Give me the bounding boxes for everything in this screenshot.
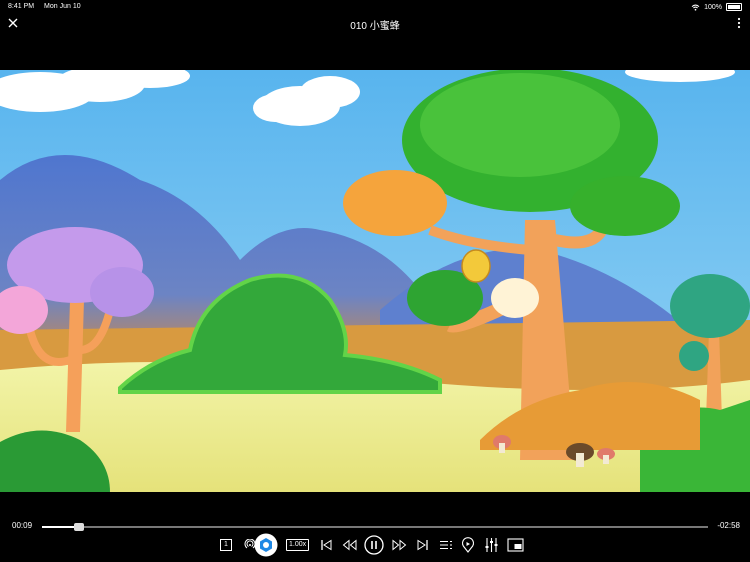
episode-label: 1 xyxy=(220,539,232,551)
fast-forward-icon[interactable] xyxy=(392,539,407,551)
elapsed-time: 00:09 xyxy=(12,521,33,530)
pause-icon[interactable] xyxy=(364,535,384,555)
cast-button[interactable] xyxy=(254,533,278,557)
video-frame[interactable] xyxy=(0,70,750,492)
battery-icon xyxy=(726,3,742,11)
wifi-icon xyxy=(691,4,700,11)
next-icon[interactable] xyxy=(416,539,429,551)
more-vertical-icon[interactable] xyxy=(736,16,742,30)
player-toolbar: 1 1.00x xyxy=(0,533,750,557)
equalizer-icon[interactable] xyxy=(484,537,499,553)
rewind-icon[interactable] xyxy=(342,539,357,551)
speed-label: 1.00x xyxy=(286,539,310,551)
nav-bar: 010 小蜜蜂 xyxy=(0,14,750,34)
status-time: 8:41 PM xyxy=(8,3,35,10)
cast-icon xyxy=(254,533,278,557)
playlist-icon[interactable] xyxy=(439,539,453,551)
location-icon[interactable] xyxy=(461,537,475,553)
episode-button[interactable]: 1 xyxy=(220,534,232,556)
progress-thumb[interactable] xyxy=(73,523,84,531)
battery-percent: 100% xyxy=(704,3,722,11)
remaining-time: -02:58 xyxy=(717,521,740,530)
status-bar: 8:41 PM Mon Jun 10 100% xyxy=(0,0,750,14)
picture-in-picture-icon[interactable] xyxy=(507,538,524,552)
status-date: Mon Jun 10 xyxy=(44,3,81,10)
video-title: 010 小蜜蜂 xyxy=(350,21,400,32)
progress-bar[interactable] xyxy=(42,523,708,531)
speed-button[interactable]: 1.00x xyxy=(286,534,310,556)
player-controls: 00:09 -02:58 1 1.00x xyxy=(0,512,750,562)
previous-icon[interactable] xyxy=(320,539,333,551)
